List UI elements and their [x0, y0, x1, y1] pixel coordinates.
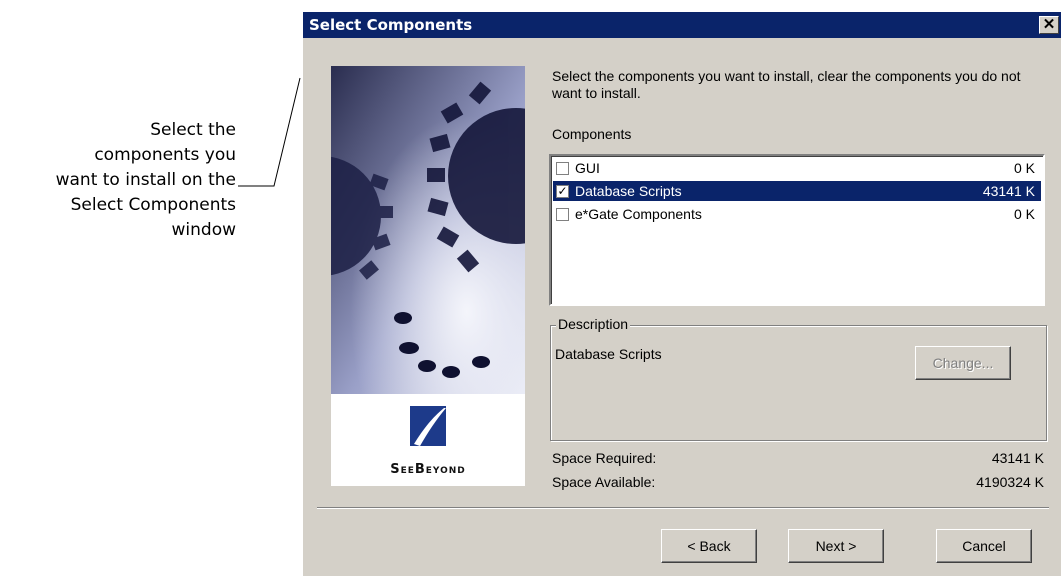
- close-icon: ✕: [1042, 16, 1056, 33]
- callout-line-3: want to install on the: [55, 170, 236, 190]
- description-text: Database Scripts: [555, 346, 662, 362]
- checkbox-database-scripts[interactable]: ✓: [556, 185, 569, 198]
- logo-text: SeeBeyond: [390, 462, 466, 477]
- description-label: Description: [556, 316, 631, 332]
- gears-image: [331, 66, 525, 394]
- cancel-button[interactable]: Cancel: [936, 529, 1032, 563]
- component-name: GUI: [575, 160, 600, 176]
- list-item-egate-components[interactable]: e*Gate Components 0 K: [553, 204, 1041, 224]
- components-label: Components: [552, 126, 632, 142]
- checkbox-egate-components[interactable]: [556, 208, 569, 221]
- callout-line-1: Select the: [150, 120, 236, 140]
- component-name: Database Scripts: [575, 183, 682, 199]
- space-available-value: 4190324 K: [976, 474, 1044, 490]
- components-list[interactable]: GUI 0 K ✓ Database Scripts 43141 K e*Gat…: [549, 154, 1045, 306]
- title-bar[interactable]: Select Components ✕: [303, 12, 1061, 38]
- component-size: 0 K: [1013, 206, 1035, 222]
- logo-area: SeeBeyond: [331, 394, 525, 486]
- component-name: e*Gate Components: [575, 206, 702, 222]
- callout-line-2: components you: [94, 145, 236, 165]
- callout-line-4: Select Components: [70, 195, 236, 215]
- select-components-dialog: Select Components ✕ SeeBeyond Select the…: [302, 11, 1061, 576]
- component-size: 43141 K: [982, 183, 1035, 199]
- space-required-value: 43141 K: [991, 450, 1044, 466]
- space-available-label: Space Available:: [552, 474, 656, 490]
- description-group: Description Database Scripts Change...: [550, 316, 1047, 441]
- component-size: 0 K: [1013, 160, 1035, 176]
- list-item-database-scripts[interactable]: ✓ Database Scripts 43141 K: [553, 181, 1041, 201]
- back-button[interactable]: < Back: [661, 529, 757, 563]
- installer-banner: SeeBeyond: [331, 66, 525, 486]
- space-required-label: Space Required:: [552, 450, 657, 466]
- next-button[interactable]: Next >: [788, 529, 884, 563]
- annotation-callout: Select the components you want to instal…: [0, 118, 236, 243]
- checkbox-gui[interactable]: [556, 162, 569, 175]
- seebeyond-logo-icon: [410, 406, 446, 446]
- list-item-gui[interactable]: GUI 0 K: [553, 158, 1041, 178]
- window-title: Select Components: [309, 16, 473, 34]
- change-button[interactable]: Change...: [915, 346, 1011, 380]
- callout-line-5: window: [171, 220, 237, 240]
- close-button[interactable]: ✕: [1039, 16, 1059, 34]
- separator: [317, 507, 1049, 509]
- instructions-text: Select the components you want to instal…: [552, 68, 1021, 101]
- callout-leader-line: [238, 77, 301, 187]
